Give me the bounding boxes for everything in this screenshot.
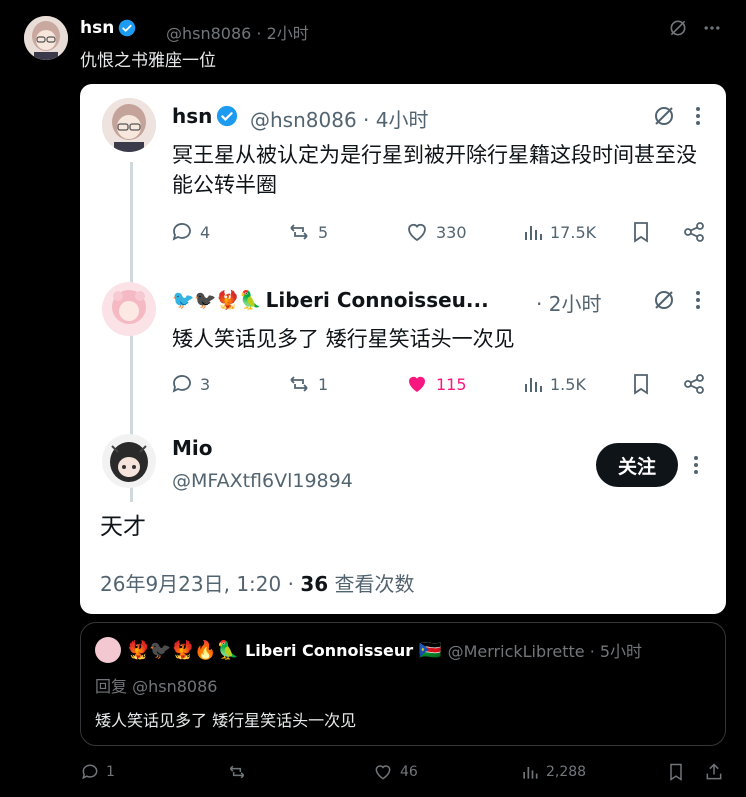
views-count: 1.5K xyxy=(550,374,586,394)
more-options-icon[interactable] xyxy=(694,105,702,127)
share-button[interactable] xyxy=(704,762,724,782)
share-icon xyxy=(682,372,706,396)
views-icon xyxy=(522,220,544,244)
bird-emoji-icon: 🐦🐦‍⬛🐦‍🔥🦜 xyxy=(172,289,262,311)
avatar[interactable] xyxy=(102,282,156,336)
outer-tweet-actions: 1 46 2,288 xyxy=(80,762,726,788)
repost-icon xyxy=(286,372,312,396)
grok-icon[interactable] xyxy=(652,288,676,312)
post-actions: 3 1 115 1.5K xyxy=(170,372,710,402)
flag-emoji-icon: 🇸🇸 xyxy=(419,639,442,661)
quoted-screenshot-card: hsn @hsn8086 · 4小时 冥王星从被认定为是行星到被开除行星籍这段时… xyxy=(80,84,726,614)
reply-button[interactable]: 3 xyxy=(170,372,210,396)
author-name-text[interactable]: hsn xyxy=(172,104,212,128)
views-button[interactable]: 2,288 xyxy=(520,762,586,782)
bird-emoji-icon: 🐦‍🔥🐦‍⬛🐦‍🔥🔥🦜 xyxy=(127,639,240,661)
like-button[interactable]: 115 xyxy=(404,372,467,396)
like-button[interactable]: 46 xyxy=(372,762,418,782)
grok-icon[interactable] xyxy=(668,18,688,38)
share-icon xyxy=(682,220,706,244)
view-label: 查看次数 xyxy=(328,572,415,596)
repost-count: 1 xyxy=(318,374,329,394)
view-count: 36 xyxy=(300,572,329,596)
reply-button[interactable]: 4 xyxy=(170,220,210,244)
author-name[interactable]: Mio xyxy=(172,436,213,460)
reply-icon xyxy=(170,220,194,244)
author-name[interactable]: hsn xyxy=(172,104,238,128)
grok-icon[interactable] xyxy=(652,104,676,128)
more-options-icon[interactable] xyxy=(694,289,702,311)
post-meta: 26年9月23日, 1:20 · 36 查看次数 xyxy=(100,568,415,597)
author-name-text[interactable]: hsn xyxy=(80,18,114,38)
author-handle-time[interactable]: @hsn8086 · 4小时 xyxy=(250,104,428,133)
outer-tweet-header: hsn @hsn8086 · 2小时 仇恨之书雅座一位 xyxy=(24,12,726,72)
more-options-icon[interactable] xyxy=(692,454,700,476)
views-button[interactable]: 17.5K xyxy=(522,220,596,244)
heart-filled-icon xyxy=(404,372,430,396)
heart-icon xyxy=(404,220,430,244)
reply-count: 4 xyxy=(200,222,211,242)
reply-icon xyxy=(170,372,194,396)
repost-count: 5 xyxy=(318,222,329,242)
reply-button[interactable]: 1 xyxy=(80,762,115,782)
bookmark-button[interactable] xyxy=(666,762,686,782)
bookmark-button[interactable] xyxy=(630,372,652,396)
repost-button[interactable]: 1 xyxy=(286,372,328,396)
views-icon xyxy=(520,762,540,782)
reply-count: 3 xyxy=(200,374,211,394)
more-options-icon[interactable] xyxy=(702,18,722,38)
bookmark-icon xyxy=(630,372,652,396)
repost-button[interactable] xyxy=(226,762,248,782)
views-button[interactable]: 1.5K xyxy=(522,372,586,396)
like-count: 115 xyxy=(436,374,467,394)
tweet-text: 矮人笑话见多了 矮行星笑话头一次见 xyxy=(95,711,357,730)
post-actions: 4 5 330 17.5K xyxy=(170,220,710,250)
share-upload-icon xyxy=(704,762,724,782)
tweet-text: 矮人笑话见多了 矮行星笑话头一次见 xyxy=(172,327,515,351)
avatar[interactable] xyxy=(95,637,121,663)
avatar[interactable] xyxy=(102,98,156,152)
views-icon xyxy=(522,372,544,396)
views-count: 2,288 xyxy=(546,764,587,780)
quoted-reply-card[interactable]: 🐦‍🔥🐦‍⬛🐦‍🔥🔥🦜 Liberi Connoisseur 🇸🇸 @Merri… xyxy=(80,622,726,746)
author-handle-time[interactable]: @hsn8086 · 2小时 xyxy=(166,20,309,44)
post-header-actions xyxy=(652,288,702,312)
reply-header: 🐦‍🔥🐦‍⬛🐦‍🔥🔥🦜 Liberi Connoisseur 🇸🇸 @Merri… xyxy=(95,637,642,663)
bookmark-button[interactable] xyxy=(630,220,652,244)
reply-count: 1 xyxy=(106,764,115,780)
tweet-header-actions xyxy=(668,18,722,38)
tweet-text: 冥王星从被认定为是行星到被开除行星籍这段时间甚至没能公转半圈 xyxy=(172,143,697,197)
repost-button[interactable]: 5 xyxy=(286,220,328,244)
avatar[interactable] xyxy=(24,16,68,60)
author-name[interactable]: Liberi Connoisseur xyxy=(245,641,413,660)
bookmark-icon xyxy=(666,762,686,782)
author-name[interactable]: 🐦🐦‍⬛🐦‍🔥🦜 Liberi Connoisseu... xyxy=(172,288,489,312)
author-handle-time[interactable]: @MerrickLibrette · 5小时 xyxy=(448,638,642,662)
like-count: 46 xyxy=(400,764,418,780)
heart-icon xyxy=(372,762,394,782)
share-button[interactable] xyxy=(682,372,706,396)
repost-icon xyxy=(226,762,248,782)
share-button[interactable] xyxy=(682,220,706,244)
follow-button[interactable]: 关注 xyxy=(596,443,678,487)
author-name-text[interactable]: Liberi Connoisseu... xyxy=(266,288,489,312)
tweet-text: 天才 xyxy=(100,514,146,540)
post-header-actions xyxy=(652,104,702,128)
tweet-text: 仇恨之书雅座一位 xyxy=(80,51,216,71)
verified-badge-icon xyxy=(118,19,136,37)
views-count: 17.5K xyxy=(550,222,597,242)
post-time[interactable]: · 2小时 xyxy=(536,288,601,317)
reply-icon xyxy=(80,762,100,782)
avatar[interactable] xyxy=(102,434,156,488)
like-button[interactable]: 330 xyxy=(404,220,467,244)
reply-to-label[interactable]: 回复 @hsn8086 xyxy=(95,673,217,697)
author-handle[interactable]: @MFAXtfl6Vl19894 xyxy=(172,470,353,492)
like-count: 330 xyxy=(436,222,467,242)
verified-badge-icon xyxy=(216,105,238,127)
bookmark-icon xyxy=(630,220,652,244)
repost-icon xyxy=(286,220,312,244)
author-name[interactable]: hsn xyxy=(80,18,136,38)
post-date[interactable]: 26年9月23日, 1:20 · xyxy=(100,572,300,596)
